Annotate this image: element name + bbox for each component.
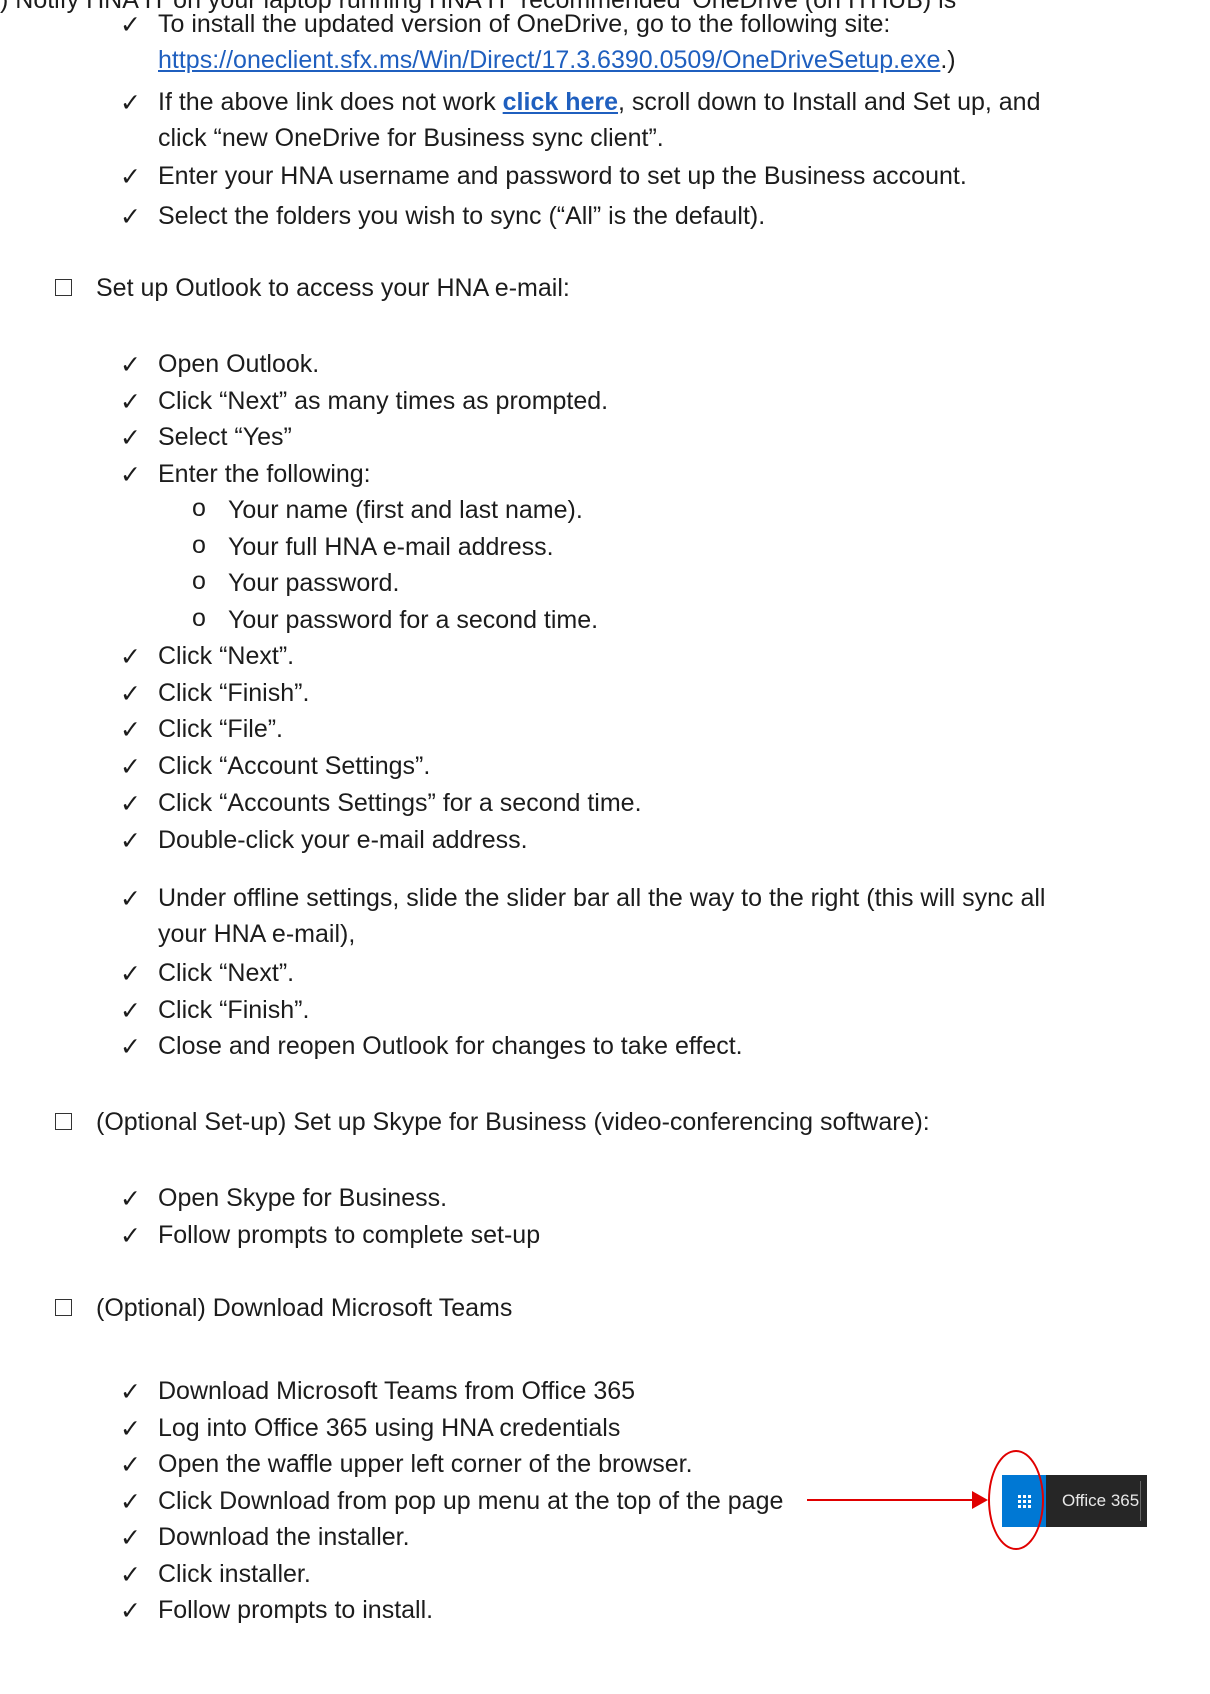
divider (1140, 1481, 1141, 1521)
step-text: Double-click your e-mail address. (158, 825, 528, 854)
step-text: Click “Finish”. (158, 678, 310, 707)
outlook-slider-line2: your HNA e-mail), (158, 920, 356, 948)
check-icon: ✓ (120, 643, 141, 671)
sub-item-text: Your password for a second time. (228, 605, 599, 634)
step-text: Download Microsoft Teams from Office 365 (158, 1377, 636, 1405)
check-icon: ✓ (120, 826, 141, 855)
url-suffix: .) (940, 46, 956, 74)
outlook-heading: Set up Outlook to access your HNA e-mail… (96, 274, 570, 302)
step-text: Close and reopen Outlook for changes to … (158, 1032, 743, 1060)
check-icon: ✓ (120, 960, 141, 988)
onedrive-if-line2: click “new OneDrive for Business sync cl… (158, 124, 664, 152)
onedrive-url-line: https://oneclient.sfx.ms/Win/Direct/17.3… (158, 42, 956, 78)
onedrive-select-text: Select the folders you wish to sync (“Al… (158, 202, 766, 230)
check-icon: ✓ (120, 163, 141, 191)
if-text-rest: , scroll down to Install and Set up, and (618, 88, 1041, 116)
step-text: Follow prompts to complete set-up (158, 1221, 541, 1249)
step-text: Click “File”. (158, 715, 283, 744)
step-text: Select “Yes” (158, 423, 292, 451)
check-icon: ✓ (120, 789, 141, 818)
onedrive-enter-text: Enter your HNA username and password to … (158, 162, 967, 190)
check-icon: ✓ (120, 1033, 141, 1061)
step-text: Download the installer. (158, 1523, 410, 1551)
sub-item-text: Your full HNA e-mail address. (228, 532, 554, 561)
step-text: Open Outlook. (158, 350, 320, 378)
check-icon: ✓ (120, 679, 141, 708)
step-text: Click “Next” as many times as prompted. (158, 386, 609, 415)
check-icon: ✓ (120, 1487, 141, 1516)
step-text: Click Download from pop up menu at the t… (158, 1486, 784, 1515)
check-icon: ✓ (120, 89, 141, 117)
if-text: If the above link does not work (158, 88, 503, 116)
step-text: Follow prompts to install. (158, 1596, 434, 1624)
sub-bullet-icon: o (192, 567, 206, 595)
step-text: Enter the following: (158, 459, 371, 488)
check-icon: ✓ (120, 1451, 141, 1479)
check-icon: ✓ (120, 716, 141, 745)
check-icon: ✓ (120, 753, 141, 782)
step-text: Click “Accounts Settings” for a second t… (158, 788, 642, 817)
check-icon: ✓ (120, 1560, 141, 1589)
check-icon: ✓ (120, 11, 141, 39)
check-icon: ✓ (120, 424, 141, 452)
step-text: Click installer. (158, 1559, 311, 1588)
skype-checkbox[interactable] (55, 1113, 72, 1130)
red-arrow-head-icon (972, 1491, 988, 1509)
step-text: Log into Office 365 using HNA credential… (158, 1413, 621, 1442)
sub-item-text: Your name (first and last name). (228, 496, 583, 524)
sub-bullet-icon: o (192, 494, 206, 522)
red-highlight-oval (988, 1450, 1044, 1550)
check-icon: ✓ (120, 1222, 141, 1250)
onedrive-install-text: To install the updated version of OneDri… (158, 10, 891, 38)
office365-label: Office 365 (1062, 1491, 1140, 1510)
check-icon: ✓ (120, 203, 141, 231)
click-here-link[interactable]: click here (503, 88, 618, 116)
outlook-checkbox[interactable] (55, 279, 72, 296)
teams-heading: (Optional) Download Microsoft Teams (96, 1294, 513, 1322)
onedrive-if-line: If the above link does not work click he… (158, 84, 1041, 120)
sub-bullet-icon: o (192, 603, 206, 632)
step-text: Open the waffle upper left corner of the… (158, 1450, 693, 1478)
step-text: Click “Finish”. (158, 995, 310, 1024)
check-icon: ✓ (120, 387, 141, 416)
skype-heading: (Optional Set-up) Set up Skype for Busin… (96, 1108, 930, 1136)
check-icon: ✓ (120, 885, 141, 913)
check-icon: ✓ (120, 996, 141, 1025)
check-icon: ✓ (120, 1185, 141, 1213)
check-icon: ✓ (120, 460, 141, 489)
sub-item-text: Your password. (228, 569, 400, 597)
check-icon: ✓ (120, 1524, 141, 1552)
check-icon: ✓ (120, 1597, 141, 1625)
check-icon: ✓ (120, 1414, 141, 1443)
step-text: Open Skype for Business. (158, 1184, 448, 1212)
step-text: Click “Account Settings”. (158, 752, 431, 781)
red-arrow-line (807, 1499, 974, 1501)
check-icon: ✓ (120, 1378, 141, 1406)
step-text: Click “Next”. (158, 959, 295, 987)
teams-checkbox[interactable] (55, 1299, 72, 1316)
onedrive-setup-link[interactable]: https://oneclient.sfx.ms/Win/Direct/17.3… (158, 46, 940, 74)
outlook-slider-line1: Under offline settings, slide the slider… (158, 884, 1046, 912)
sub-bullet-icon: o (192, 530, 206, 559)
step-text: Click “Next”. (158, 642, 295, 670)
check-icon: ✓ (120, 351, 141, 379)
